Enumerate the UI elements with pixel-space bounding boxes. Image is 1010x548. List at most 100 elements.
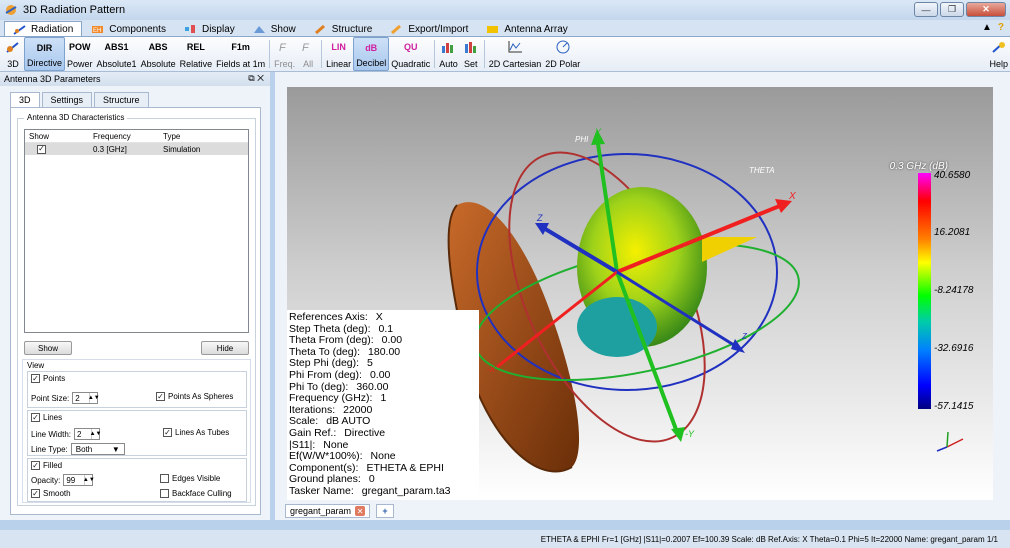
spin-arrows-icon[interactable]: ▲▼ (83, 475, 95, 485)
view-area: PHI THETA X Y Z -X -Y Z 0.3 GHz (dB) 40.… (275, 72, 1010, 520)
help-button[interactable]: Help (987, 37, 1010, 71)
tab-3d[interactable]: 3D (10, 92, 40, 107)
line-type-dropdown[interactable]: Both ▼ (70, 443, 125, 455)
app-icon (5, 5, 17, 15)
ribbon-separator (483, 40, 485, 68)
power-button[interactable]: POW Power (65, 37, 95, 71)
help-question-icon[interactable]: ? (998, 22, 1004, 33)
column-type[interactable]: Type (159, 132, 239, 141)
tab-label: Export/Import (408, 23, 469, 35)
line-width-value: 2 (77, 429, 82, 439)
info-value: dB AUTO (326, 415, 371, 428)
2d-polar-button[interactable]: 2D Polar (543, 37, 582, 71)
tab-settings[interactable]: Settings (41, 92, 93, 107)
parameters-info-box: References Axis: X Step Theta (deg): 0.1 The… (287, 310, 479, 500)
info-value: X (375, 311, 383, 323)
lines-as-tubes-checkbox[interactable]: ✓ (163, 428, 172, 437)
add-icon: + (382, 506, 388, 516)
smooth-label: Smooth (43, 489, 71, 498)
opacity-label: Opacity: (31, 475, 61, 485)
info-key: References Axis: (289, 311, 368, 323)
3d-button[interactable]: 3D (2, 37, 24, 71)
tab-display[interactable]: Display (175, 21, 244, 36)
spin-arrows-icon[interactable]: ▲▼ (88, 393, 100, 403)
info-value: 0 (368, 473, 375, 486)
lines-checkbox[interactable]: ✓ (31, 413, 40, 422)
freq-icon: F (279, 42, 287, 54)
group-title: Antenna 3D Characteristics (24, 113, 128, 122)
relative-button[interactable]: REL Relative (178, 37, 215, 71)
line-width-spinbox[interactable]: 2 ▲▼ (74, 428, 101, 440)
column-frequency[interactable]: Frequency (89, 132, 159, 141)
tab-label: Components (109, 23, 166, 35)
info-value: None (323, 438, 349, 451)
z-axis-label: Z (536, 213, 543, 223)
all-icon: F (302, 42, 310, 54)
close-panel-icon[interactable]: ✕ (257, 73, 264, 83)
tab-show[interactable]: Show (244, 21, 305, 36)
smooth-checkbox[interactable]: ✓ (31, 489, 40, 498)
button-glyph-text: REL (186, 42, 205, 52)
edges-visible-checkbox[interactable] (160, 474, 169, 483)
structure-icon (314, 24, 325, 34)
absolute1-button[interactable]: ABS1 Absolute1 (95, 37, 139, 71)
antenna-array-icon (487, 25, 499, 33)
absolute-button[interactable]: ABS Absolute (139, 37, 178, 71)
info-key: Component(s): (289, 461, 359, 474)
info-key: Ef(W/W*100%): (289, 450, 363, 463)
tab-export-import[interactable]: Export/Import (381, 21, 477, 36)
info-line: Tasker Name: gregant_param.ta3 (289, 485, 477, 498)
close-button[interactable]: ✕ (966, 2, 1006, 17)
button-glyph-text: dB (365, 43, 378, 53)
points-checkbox[interactable]: ✓ (31, 374, 40, 383)
backface-culling-checkbox[interactable] (160, 489, 169, 498)
button-label: Decibel (356, 58, 387, 68)
info-key: Ground planes: (289, 473, 361, 486)
set-button[interactable]: Set (460, 37, 482, 71)
points-as-spheres-label: Points As Spheres (168, 392, 234, 401)
fields-at-1m-button[interactable]: F1m Fields at 1m (214, 37, 267, 71)
3d-viewport[interactable]: PHI THETA X Y Z -X -Y Z 0.3 GHz (dB) 40.… (287, 87, 993, 500)
quadratic-button[interactable]: QU Quadratic (389, 37, 432, 71)
show-checkbox[interactable]: ✓ (37, 144, 46, 154)
ribbon-collapse-icon[interactable]: ▲ (982, 22, 992, 33)
info-key: Step Phi (deg): (289, 357, 360, 370)
column-show[interactable]: Show (25, 132, 89, 141)
minimize-button[interactable]: — (914, 2, 938, 17)
title-bar: 3D Radiation Pattern — ❐ ✕ (0, 0, 1010, 20)
directive-button[interactable]: DIR Directive (24, 37, 66, 71)
info-key: Phi From (deg): (289, 368, 362, 381)
add-view-button[interactable]: + (376, 504, 395, 518)
filled-checkbox[interactable]: ✓ (31, 461, 40, 470)
list-item[interactable]: ✓ 0.3 [GHz] Simulation (25, 143, 248, 155)
button-label: Auto (439, 59, 458, 69)
decibel-button[interactable]: dB Decibel (353, 37, 390, 71)
tab-components[interactable]: EH Components (82, 21, 175, 36)
doc-tab-gregant-param[interactable]: gregant_param ✕ (285, 504, 371, 518)
opacity-spinbox[interactable]: 99 ▲▼ (63, 474, 95, 486)
all-button[interactable]: F All (297, 37, 319, 71)
neg-y-axis-label: -Y (685, 429, 695, 439)
restore-button[interactable]: ❐ (940, 2, 964, 17)
point-size-value: 2 (75, 393, 80, 403)
linear-button[interactable]: LIN Linear (324, 37, 353, 71)
spin-arrows-icon[interactable]: ▲▼ (90, 429, 101, 439)
2d-cartesian-button[interactable]: 2D Cartesian (487, 37, 544, 71)
info-key: Frequency (GHz): (289, 392, 373, 405)
auto-button[interactable]: Auto (437, 37, 460, 71)
freq-button[interactable]: F Freq. (272, 37, 297, 71)
hide-button[interactable]: Hide (201, 341, 249, 355)
tab-structure-panel[interactable]: Structure (94, 92, 149, 107)
tab-structure[interactable]: Structure (305, 21, 382, 36)
set-icon (464, 42, 476, 53)
tab-antenna-array[interactable]: Antenna Array (477, 21, 576, 36)
info-key: Theta From (deg): (289, 334, 374, 347)
show-button[interactable]: Show (24, 341, 72, 355)
info-value: None (370, 450, 396, 463)
point-size-spinbox[interactable]: 2 ▲▼ (72, 392, 100, 404)
close-tab-icon[interactable]: ✕ (355, 506, 366, 516)
float-panel-icon[interactable]: ⧉ (248, 73, 254, 83)
points-as-spheres-checkbox[interactable]: ✓ (156, 392, 165, 401)
dropdown-arrow-icon: ▼ (111, 444, 120, 454)
tab-radiation[interactable]: Radiation (4, 21, 83, 36)
